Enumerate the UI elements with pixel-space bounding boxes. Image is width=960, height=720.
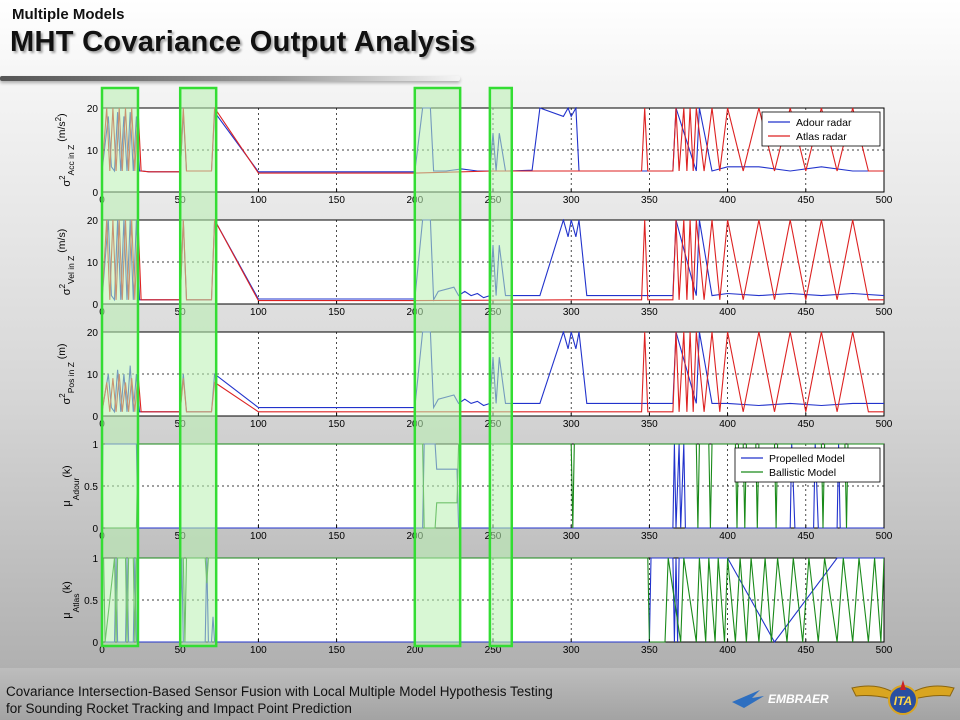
x-tick-label: 500 bbox=[876, 531, 893, 542]
y-tick-label: 0.5 bbox=[84, 596, 98, 607]
highlight-region-3 bbox=[413, 86, 462, 648]
x-tick-label: 400 bbox=[719, 419, 736, 430]
y-tick-label: 20 bbox=[87, 216, 99, 227]
legend-entry-label: Adour radar bbox=[796, 117, 852, 129]
x-tick-label: 500 bbox=[876, 645, 893, 656]
ita-flame-icon bbox=[900, 680, 906, 690]
highlight-region-2 bbox=[178, 86, 218, 648]
embraer-logo: EMBRAER bbox=[732, 690, 829, 708]
y-axis-label-part: ) bbox=[56, 113, 68, 117]
x-tick-label: 400 bbox=[719, 195, 736, 206]
legend: Propelled Model Ballistic Model bbox=[734, 447, 881, 483]
x-tick-label: 300 bbox=[563, 531, 580, 542]
y-tick-label: 20 bbox=[87, 328, 99, 339]
y-axis-label-part: (m) bbox=[56, 343, 68, 362]
footer-citation-line-1: Covariance Intersection-Based Sensor Fus… bbox=[6, 684, 553, 699]
y-tick-label: 0 bbox=[92, 638, 98, 649]
x-tick-label: 100 bbox=[250, 419, 267, 430]
x-tick-label: 500 bbox=[876, 195, 893, 206]
y-tick-label: 0 bbox=[92, 524, 98, 535]
y-axis-label: μAdour(k) bbox=[61, 465, 81, 506]
y-axis-label-part: Vel in Z bbox=[66, 256, 76, 284]
highlight-region-4 bbox=[488, 86, 514, 648]
x-tick-label: 150 bbox=[328, 419, 345, 430]
y-axis-label-part: (k) bbox=[61, 581, 73, 593]
y-tick-label: 0 bbox=[92, 412, 98, 423]
x-tick-label: 400 bbox=[719, 307, 736, 318]
y-axis-label: μAtlas(k) bbox=[61, 581, 81, 619]
x-tick-label: 350 bbox=[641, 531, 658, 542]
y-tick-label: 10 bbox=[87, 258, 99, 269]
covariance-figure: 05010015020025030035040045050001020σ2Acc… bbox=[54, 86, 893, 656]
legend: Adour radar Atlas radar bbox=[761, 111, 881, 147]
x-tick-label: 150 bbox=[328, 531, 345, 542]
y-tick-label: 1 bbox=[92, 440, 98, 451]
footer-citation-line-2: for Sounding Rocket Tracking and Impact … bbox=[6, 701, 352, 716]
ita-logo-text: ITA bbox=[894, 694, 912, 708]
y-axis-label: σ2Acc in Z (m/s2) bbox=[54, 113, 76, 186]
x-tick-label: 100 bbox=[250, 531, 267, 542]
legend-entry-label: Atlas radar bbox=[796, 131, 847, 143]
y-tick-label: 10 bbox=[87, 370, 99, 381]
x-tick-label: 150 bbox=[328, 195, 345, 206]
x-tick-label: 150 bbox=[328, 645, 345, 656]
slide-subtitle: Multiple Models bbox=[12, 6, 125, 23]
embraer-logo-text: EMBRAER bbox=[768, 692, 829, 706]
x-tick-label: 150 bbox=[328, 307, 345, 318]
x-tick-label: 100 bbox=[250, 645, 267, 656]
ita-logo: ITA bbox=[851, 680, 955, 715]
x-tick-label: 100 bbox=[250, 307, 267, 318]
y-tick-label: 0 bbox=[92, 300, 98, 311]
x-tick-label: 350 bbox=[641, 195, 658, 206]
x-tick-label: 450 bbox=[797, 419, 814, 430]
y-tick-label: 1 bbox=[92, 554, 98, 565]
legend-entry-label: Ballistic Model bbox=[769, 467, 836, 479]
x-tick-label: 450 bbox=[797, 645, 814, 656]
y-axis-label-part: Pos in Z bbox=[66, 362, 76, 393]
x-tick-label: 350 bbox=[641, 645, 658, 656]
x-tick-label: 450 bbox=[797, 307, 814, 318]
x-tick-label: 300 bbox=[563, 645, 580, 656]
x-tick-label: 400 bbox=[719, 645, 736, 656]
highlight-region-1 bbox=[100, 86, 140, 648]
x-tick-label: 300 bbox=[563, 195, 580, 206]
y-axis-label: σ2Pos in Z (m) bbox=[56, 343, 76, 404]
x-tick-label: 300 bbox=[563, 419, 580, 430]
y-axis-label-part: Atlas bbox=[71, 594, 81, 613]
slide-title: MHT Covariance Output Analysis bbox=[10, 26, 476, 58]
y-axis-label-part: Adour bbox=[71, 477, 81, 500]
x-tick-label: 400 bbox=[719, 531, 736, 542]
y-tick-label: 10 bbox=[87, 146, 99, 157]
x-tick-label: 450 bbox=[797, 195, 814, 206]
embraer-wing-icon bbox=[732, 690, 764, 708]
x-tick-label: 300 bbox=[563, 307, 580, 318]
title-divider bbox=[0, 76, 460, 81]
x-tick-label: 350 bbox=[641, 307, 658, 318]
y-tick-label: 20 bbox=[87, 104, 99, 115]
x-tick-label: 450 bbox=[797, 531, 814, 542]
x-tick-label: 100 bbox=[250, 195, 267, 206]
legend-entry-label: Propelled Model bbox=[769, 453, 845, 465]
y-axis-label-part: Acc in Z bbox=[66, 145, 76, 176]
y-tick-label: 0.5 bbox=[84, 482, 98, 493]
x-tick-label: 350 bbox=[641, 419, 658, 430]
y-tick-label: 0 bbox=[92, 188, 98, 199]
y-axis-label-part: (k) bbox=[61, 465, 73, 477]
y-axis-label: σ2Vel in Z (m/s) bbox=[56, 229, 76, 295]
y-axis-label-part: (m/s bbox=[56, 121, 68, 144]
x-tick-label: 500 bbox=[876, 419, 893, 430]
y-axis-label-part: (m/s) bbox=[56, 229, 68, 256]
x-tick-label: 500 bbox=[876, 307, 893, 318]
